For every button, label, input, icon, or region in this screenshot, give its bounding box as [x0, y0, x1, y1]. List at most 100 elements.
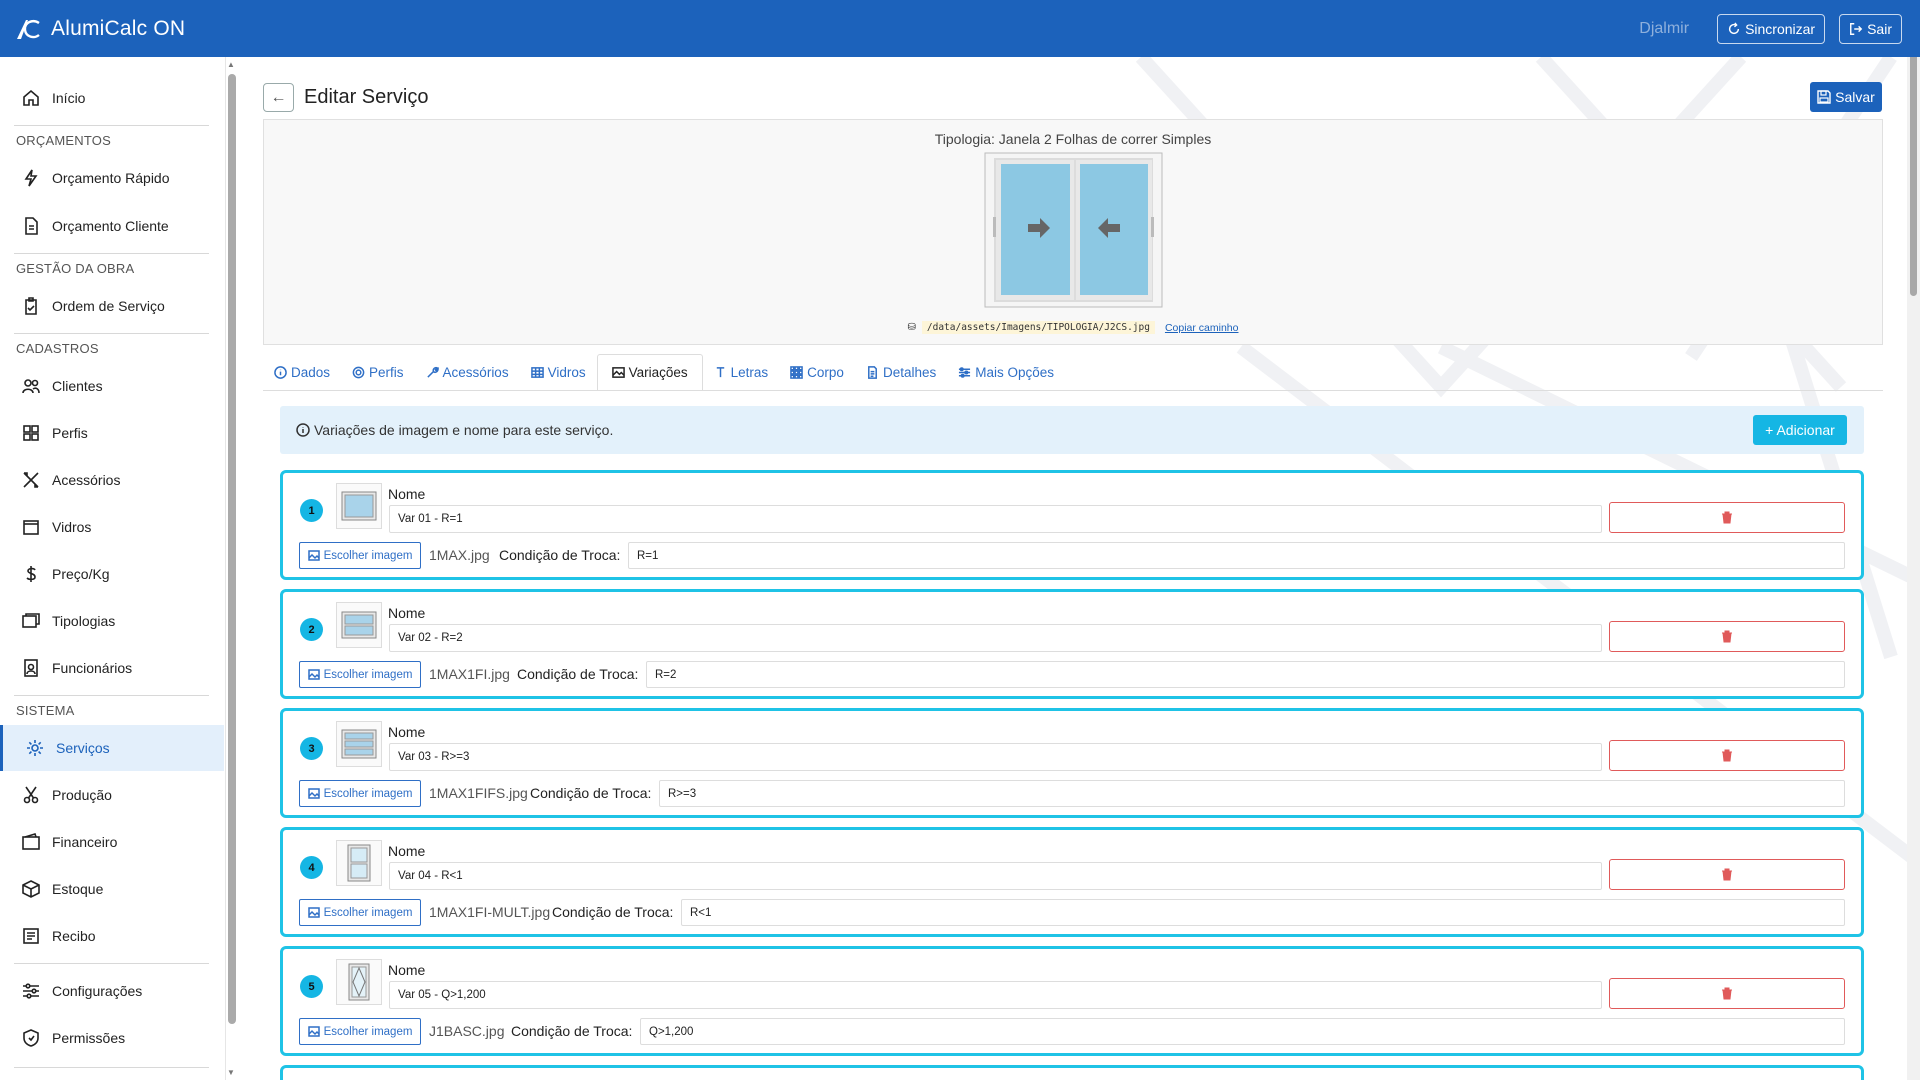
sidebar-item-inicio[interactable]: Início: [0, 75, 224, 121]
variation-thumbnail[interactable]: [336, 959, 382, 1005]
sidebar-scroll-up[interactable]: ▲: [227, 60, 235, 69]
add-variation-button[interactable]: + Adicionar: [1753, 415, 1847, 445]
image-icon: [307, 550, 320, 561]
tools-icon: [23, 472, 39, 488]
sidebar-item-orcamento-rapido[interactable]: Orçamento Rápido: [0, 155, 224, 201]
image-icon: [307, 1026, 320, 1037]
image-icon: [611, 367, 625, 378]
page-scrollbar[interactable]: [1907, 0, 1920, 1080]
sidebar-item-recibo[interactable]: Recibo: [0, 913, 224, 959]
variation-thumbnail[interactable]: [336, 483, 382, 529]
sidebar-scroll-down[interactable]: ▼: [227, 1068, 235, 1077]
tab-perfis[interactable]: Perfis: [341, 354, 415, 390]
variation-thumbnail[interactable]: [336, 602, 382, 648]
sidebar-item-financeiro[interactable]: Financeiro: [0, 819, 224, 865]
condicao-input[interactable]: R<1: [681, 899, 1845, 926]
tab-mais-opcoes[interactable]: Mais Opções: [947, 354, 1065, 390]
sidebar-item-clientes[interactable]: Clientes: [0, 363, 224, 409]
tab-detalhes[interactable]: Detalhes: [855, 354, 947, 390]
variation-thumbnail[interactable]: [336, 721, 382, 767]
nome-input[interactable]: Var 02 - R=2: [389, 624, 1602, 652]
sync-button[interactable]: Sincronizar: [1717, 13, 1826, 44]
brand[interactable]: AlumiCalc ON: [15, 17, 185, 41]
sidebar-scrollbar[interactable]: [228, 74, 236, 1024]
sidebar-item-acessorios[interactable]: Acessórios: [0, 457, 224, 503]
choose-image-button[interactable]: Escolher imagem: [299, 899, 421, 926]
tab-label: Detalhes: [882, 364, 937, 380]
sidebar-item-permissoes[interactable]: Permissões: [0, 1015, 224, 1061]
scrollbar-thumb[interactable]: [1910, 16, 1917, 296]
variation-number: 5: [300, 975, 323, 998]
window-thumbnail-icon: [347, 844, 371, 882]
choose-image-label: Escolher imagem: [323, 549, 413, 562]
delete-variation-button[interactable]: [1609, 621, 1845, 652]
info-icon: [274, 365, 287, 379]
gear-icon: [352, 366, 365, 378]
cards-icon: [22, 613, 40, 628]
tipologia-preview: Tipologia: Janela 2 Folhas de correr Sim…: [263, 119, 1883, 345]
sidebar-item-label: Tipologias: [52, 613, 116, 629]
condicao-input[interactable]: Q>1,200: [640, 1018, 1845, 1045]
condicao-label: Condição de Troca:: [499, 547, 621, 563]
delete-variation-button[interactable]: [1609, 740, 1845, 771]
delete-variation-button[interactable]: [1609, 502, 1845, 533]
save-label: Salvar: [1835, 89, 1875, 105]
divider: [14, 963, 209, 964]
divider: [14, 125, 209, 126]
sliders-icon: [23, 983, 39, 999]
condicao-input[interactable]: R=1: [628, 542, 1845, 569]
tab-divider: [263, 390, 1883, 391]
tab-vidros[interactable]: Vidros: [520, 354, 597, 390]
tab-variacoes[interactable]: Variações: [596, 354, 703, 390]
nome-input[interactable]: Var 03 - R>=3: [389, 743, 1602, 771]
save-button[interactable]: Salvar: [1810, 82, 1882, 112]
delete-variation-button[interactable]: [1609, 978, 1845, 1009]
sidebar-item-funcionarios[interactable]: Funcionários: [0, 645, 224, 691]
tab-acessorios[interactable]: Acessórios: [415, 354, 520, 390]
nome-input[interactable]: Var 04 - R<1: [389, 862, 1602, 890]
choose-image-label: Escolher imagem: [323, 1025, 413, 1038]
sidebar-item-orcamento-cliente[interactable]: Orçamento Cliente: [0, 203, 224, 249]
variation-number: 1: [300, 499, 323, 522]
sidebar-item-configuracoes[interactable]: Configurações: [0, 968, 224, 1014]
choose-image-button[interactable]: Escolher imagem: [299, 661, 421, 688]
logo-icon: [17, 19, 40, 39]
grid-dots-icon: [790, 365, 803, 379]
variations-info-text: Variações de imagem e nome para este ser…: [314, 422, 614, 438]
tab-dados[interactable]: Dados: [263, 354, 341, 390]
sidebar-item-tipologias[interactable]: Tipologias: [0, 598, 224, 644]
choose-image-button[interactable]: Escolher imagem: [299, 542, 421, 569]
tab-letras[interactable]: Letras: [703, 354, 780, 390]
sidebar-item-ordem-servico[interactable]: Ordem de Serviço: [0, 283, 224, 329]
condicao-input[interactable]: R>=3: [659, 780, 1845, 807]
variation-number: 4: [300, 856, 323, 879]
logout-button[interactable]: Sair: [1839, 13, 1902, 44]
choose-image-button[interactable]: Escolher imagem: [299, 1018, 421, 1045]
choose-image-button[interactable]: Escolher imagem: [299, 780, 421, 807]
condicao-label: Condição de Troca:: [530, 785, 652, 801]
copy-path-link[interactable]: Copiar caminho: [1165, 322, 1239, 334]
back-button[interactable]: ←: [263, 83, 294, 112]
sidebar-item-vidros[interactable]: Vidros: [0, 504, 224, 550]
sidebar-item-servicos[interactable]: Serviços: [0, 725, 224, 771]
sidebar-item-perfis[interactable]: Perfis: [0, 410, 224, 456]
sidebar-item-producao[interactable]: Produção: [0, 772, 224, 818]
dollar-icon: [26, 566, 36, 582]
sidebar-item-label: Início: [52, 90, 86, 106]
sidebar-item-label: Ordem de Serviço: [52, 298, 165, 314]
delete-variation-button[interactable]: [1609, 859, 1845, 890]
image-filename: 1MAX1FIFS.jpg: [429, 785, 528, 801]
sync-label: Sincronizar: [1745, 20, 1816, 37]
window-thumbnail-icon: [341, 491, 377, 521]
condicao-input[interactable]: R=2: [646, 661, 1845, 688]
nome-input[interactable]: Var 01 - R=1: [389, 505, 1602, 533]
tab-corpo[interactable]: Corpo: [779, 354, 855, 390]
sidebar-item-preco-kg[interactable]: Preço/Kg: [0, 551, 224, 597]
sidebar-item-label: Recibo: [52, 928, 96, 944]
sidebar-item-estoque[interactable]: Estoque: [0, 866, 224, 912]
variation-thumbnail[interactable]: [336, 840, 382, 886]
section-cadastros: CADASTROS: [16, 341, 99, 356]
nome-input[interactable]: Var 05 - Q>1,200: [389, 981, 1602, 1009]
wallet-icon: [22, 833, 40, 850]
variation-card: 2 Nome Var 02 - R=2 Escolher imagem 1MAX…: [280, 589, 1864, 699]
